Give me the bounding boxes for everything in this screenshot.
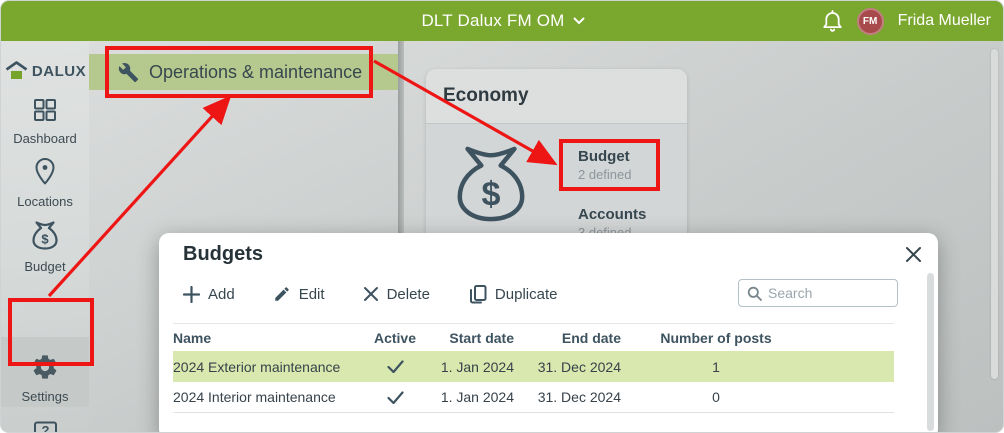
table-header-row: Name Active Start date End date Number o…: [173, 323, 894, 351]
dalux-logo: DALUX: [1, 55, 89, 87]
notification-bell-icon[interactable]: [822, 10, 843, 33]
search-input[interactable]: [768, 285, 889, 301]
sidebar: DALUX Dashboard Locations: [1, 41, 89, 432]
dialog-title: Budgets: [183, 243, 263, 266]
add-button-label: Add: [208, 286, 235, 303]
dalux-logo-text: DALUX: [32, 63, 86, 80]
column-header-start-date[interactable]: Start date: [419, 330, 514, 346]
cell-start-date: 1. Jan 2024: [419, 389, 514, 405]
column-header-end-date[interactable]: End date: [514, 330, 621, 346]
sidebar-item-budget[interactable]: $ Budget: [1, 215, 89, 263]
cell-number-of-posts: 1: [621, 359, 811, 375]
active-checkmark-icon: [371, 391, 419, 404]
top-bar: DLT Dalux FM OM FM Frida Mueller: [1, 1, 1004, 41]
dialog-scrollbar[interactable]: [927, 273, 934, 431]
table-row[interactable]: 2024 Interior maintenance 1. Jan 2024 31…: [173, 382, 894, 413]
table-row[interactable]: 2024 Exterior maintenance 1. Jan 2024 31…: [173, 351, 894, 382]
entry-label: Accounts: [578, 206, 646, 223]
svg-text:$: $: [41, 232, 49, 247]
app-title: DLT Dalux FM OM: [421, 11, 564, 31]
dalux-house-icon: [4, 60, 28, 82]
menu-item-operations-maintenance[interactable]: Operations & maintenance: [89, 54, 398, 90]
main-scrollbar[interactable]: [991, 49, 998, 379]
dialog-toolbar: Add Edit Delete: [183, 279, 898, 309]
sidebar-item-label: Budget: [1, 259, 89, 274]
delete-button[interactable]: Delete: [363, 286, 430, 303]
entry-label: Budget: [578, 148, 632, 165]
budgets-table: Name Active Start date End date Number o…: [173, 323, 894, 413]
sidebar-item-dashboard[interactable]: Dashboard: [1, 93, 89, 141]
plus-icon: [183, 286, 200, 303]
money-bag-icon: $: [30, 238, 60, 255]
map-pin-icon: [32, 173, 58, 190]
close-icon[interactable]: [905, 246, 922, 263]
column-header-number-of-posts[interactable]: Number of posts: [621, 330, 811, 346]
search-field[interactable]: [738, 279, 898, 307]
sidebar-item-label: Dashboard: [1, 131, 89, 146]
column-header-active[interactable]: Active: [371, 330, 419, 346]
edit-button[interactable]: Edit: [273, 285, 325, 303]
sidebar-item-settings[interactable]: Settings: [1, 337, 89, 407]
duplicate-button-label: Duplicate: [495, 286, 558, 303]
cell-number-of-posts: 0: [621, 389, 811, 405]
cell-end-date: 31. Dec 2024: [514, 389, 621, 405]
delete-button-label: Delete: [387, 286, 430, 303]
cell-end-date: 31. Dec 2024: [514, 359, 621, 375]
sidebar-item-locations[interactable]: Locations: [1, 153, 89, 201]
user-name: Frida Mueller: [898, 12, 991, 30]
dashboard-grid-icon: [32, 110, 58, 127]
sidebar-item-help[interactable]: ? Help: [1, 415, 89, 433]
cell-name: 2024 Exterior maintenance: [173, 359, 371, 375]
money-bag-icon: $: [452, 142, 530, 226]
gear-icon: [31, 368, 59, 385]
economy-entry-budget[interactable]: Budget 2 defined: [578, 148, 632, 182]
chevron-down-icon: [573, 17, 585, 25]
budgets-dialog: Budgets Add: [159, 233, 938, 433]
column-header-name[interactable]: Name: [173, 330, 371, 346]
search-icon: [747, 286, 762, 301]
sidebar-item-label: Settings: [1, 389, 89, 404]
menu-item-label: Operations & maintenance: [149, 62, 362, 83]
add-button[interactable]: Add: [183, 286, 235, 303]
entry-count: 2 defined: [578, 167, 632, 182]
edit-button-label: Edit: [299, 286, 325, 303]
cell-name: 2024 Interior maintenance: [173, 389, 371, 405]
app-window: DLT Dalux FM OM FM Frida Mueller: [0, 0, 1004, 433]
sidebar-item-label: Locations: [1, 194, 89, 209]
x-delete-icon: [363, 286, 379, 302]
duplicate-button[interactable]: Duplicate: [468, 284, 558, 304]
user-avatar[interactable]: FM: [857, 8, 884, 35]
wrench-icon: [118, 62, 139, 83]
cell-start-date: 1. Jan 2024: [419, 359, 514, 375]
economy-card-title: Economy: [426, 69, 687, 124]
svg-text:$: $: [482, 175, 501, 213]
pencil-icon: [273, 285, 291, 303]
svg-text:?: ?: [41, 423, 49, 433]
active-checkmark-icon: [371, 360, 419, 373]
copy-icon: [468, 284, 487, 304]
